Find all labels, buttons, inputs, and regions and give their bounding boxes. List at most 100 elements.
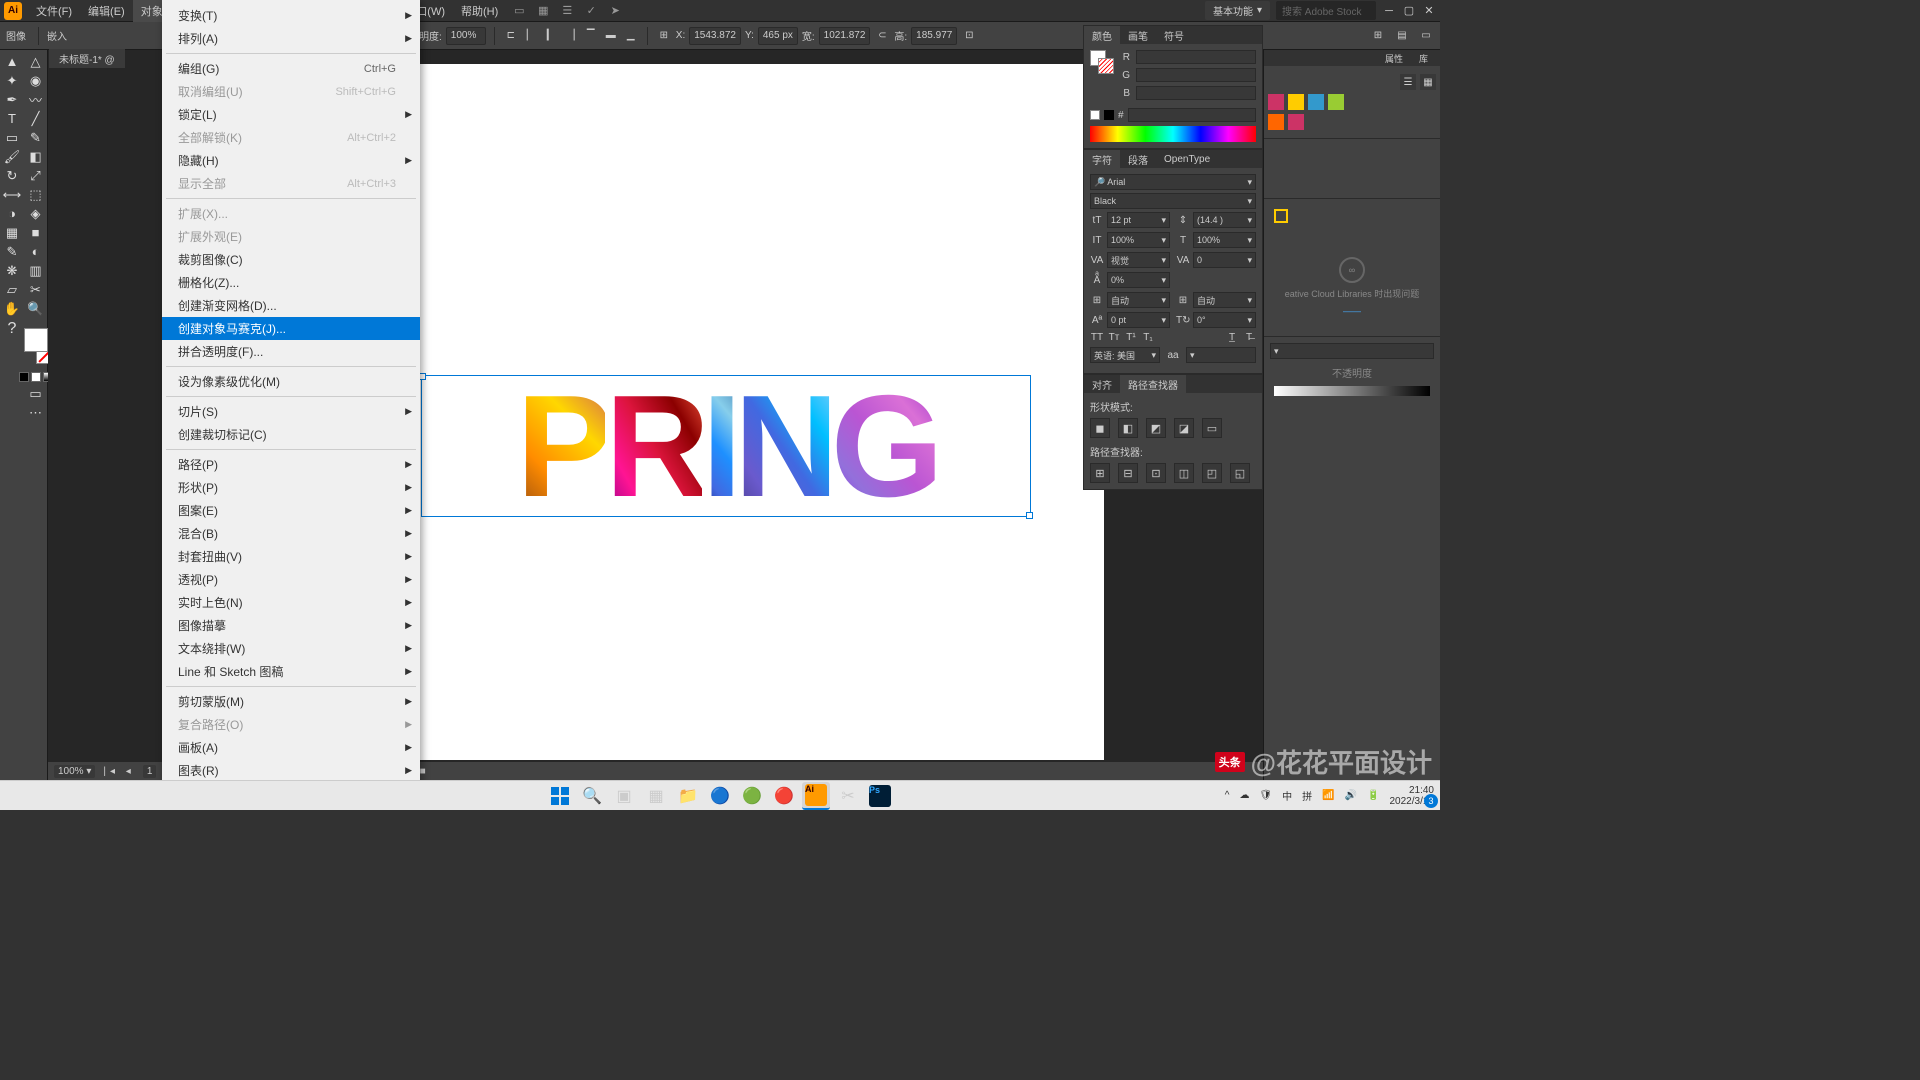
- maximize-icon[interactable]: ▢: [1402, 4, 1416, 18]
- tray-battery-icon[interactable]: 🔋: [1367, 790, 1379, 801]
- crop-icon[interactable]: ◫: [1174, 463, 1194, 483]
- search-input[interactable]: 搜索 Adobe Stock: [1276, 1, 1376, 20]
- align-right-icon[interactable]: ▕: [563, 28, 579, 44]
- black-swatch[interactable]: [1104, 110, 1114, 120]
- minimize-icon[interactable]: ─: [1382, 4, 1396, 18]
- direct-selection-tool-icon[interactable]: △: [25, 52, 47, 71]
- eyedropper-tool-icon[interactable]: ✎: [1, 242, 23, 261]
- swatch-3[interactable]: [1308, 94, 1324, 110]
- menu-item[interactable]: 切片(S)▶: [162, 400, 420, 423]
- close-icon[interactable]: ✕: [1422, 4, 1436, 18]
- menu-item[interactable]: 设为像素级优化(M): [162, 370, 420, 393]
- workspace-switcher[interactable]: 基本功能 ▾: [1205, 1, 1270, 20]
- menu-item[interactable]: 剪切蒙版(M)▶: [162, 690, 420, 713]
- send-icon[interactable]: ➤: [608, 4, 622, 18]
- ime-mode[interactable]: 拼: [1302, 788, 1312, 803]
- artboard-nav[interactable]: |◂ ◂: [103, 766, 134, 777]
- menu-0[interactable]: 文件(F): [28, 0, 80, 22]
- g-input[interactable]: [1136, 68, 1256, 82]
- arrange-icon[interactable]: ⊞: [1370, 28, 1386, 44]
- menu-item[interactable]: 封套扭曲(V)▶: [162, 545, 420, 568]
- shaper-tool-icon[interactable]: ✎: [25, 128, 47, 147]
- menu-item[interactable]: Line 和 Sketch 图稿▶: [162, 660, 420, 683]
- auto2-field[interactable]: 自动▾: [1193, 292, 1256, 308]
- slice-tool-icon[interactable]: ✂: [25, 280, 47, 299]
- menu-item[interactable]: 透视(P)▶: [162, 568, 420, 591]
- menu-item[interactable]: 创建对象马赛克(J)...: [162, 317, 420, 340]
- baseline-field[interactable]: 0%▾: [1107, 272, 1170, 288]
- doc-icon[interactable]: ▭: [512, 4, 526, 18]
- tab-opentype[interactable]: OpenType: [1156, 152, 1218, 167]
- blend-tool-icon[interactable]: ◐: [25, 242, 47, 261]
- swatch-4[interactable]: [1328, 94, 1344, 110]
- tray-volume-icon[interactable]: 🔊: [1345, 790, 1357, 801]
- menu-item[interactable]: 图表(R)▶: [162, 759, 420, 782]
- app1-icon[interactable]: 🔴: [770, 782, 798, 810]
- menu-item[interactable]: 创建裁切标记(C): [162, 423, 420, 446]
- blend-mode-field[interactable]: ▾: [1270, 343, 1434, 359]
- leading-field[interactable]: (14.4 )▾: [1193, 212, 1256, 228]
- h-field[interactable]: 185.977: [911, 27, 957, 45]
- expand-icon[interactable]: ▭: [1202, 418, 1222, 438]
- swatch-1[interactable]: [1268, 94, 1284, 110]
- search-icon[interactable]: 🔍: [578, 782, 606, 810]
- shape-builder-tool-icon[interactable]: ◑: [1, 204, 23, 223]
- menu-item[interactable]: 栅格化(Z)...: [162, 271, 420, 294]
- rotate-field[interactable]: 0°▾: [1193, 312, 1256, 328]
- hscale-field[interactable]: 100%▾: [1193, 232, 1256, 248]
- swatch-5[interactable]: [1268, 114, 1284, 130]
- align-icon[interactable]: ☰: [560, 4, 574, 18]
- screen-mode-icon[interactable]: ▭: [25, 384, 47, 403]
- illustrator-taskbar-icon[interactable]: Ai: [802, 782, 830, 810]
- perspective-tool-icon[interactable]: ◈: [25, 204, 47, 223]
- align-left-icon[interactable]: ▏: [523, 28, 539, 44]
- tray-cloud-icon[interactable]: ☁: [1239, 790, 1249, 801]
- trim-icon[interactable]: ⊟: [1118, 463, 1138, 483]
- shift-field[interactable]: 0 pt▾: [1107, 312, 1170, 328]
- subscript-icon[interactable]: T₁: [1141, 332, 1155, 343]
- tab-character[interactable]: 字符: [1084, 150, 1120, 169]
- selection-tool-icon[interactable]: ▲: [1, 52, 23, 71]
- merge-icon[interactable]: ⊡: [1146, 463, 1166, 483]
- artboard-tool-icon[interactable]: ▱: [1, 280, 23, 299]
- type-tool-icon[interactable]: T: [1, 109, 23, 128]
- browser2-icon[interactable]: 🟢: [738, 782, 766, 810]
- exclude-icon[interactable]: ◪: [1174, 418, 1194, 438]
- transform-icon[interactable]: ⊞: [656, 28, 672, 44]
- gradient-bar[interactable]: [1274, 386, 1430, 396]
- rotate-tool-icon[interactable]: ↻: [1, 166, 23, 185]
- menu-item[interactable]: 混合(B)▶: [162, 522, 420, 545]
- hand-tool-icon[interactable]: ✋: [1, 299, 23, 318]
- magic-wand-tool-icon[interactable]: ✦: [1, 71, 23, 90]
- tab-paragraph[interactable]: 段落: [1120, 150, 1156, 169]
- selected-image[interactable]: PRING: [421, 375, 1031, 517]
- check-icon[interactable]: ✓: [584, 4, 598, 18]
- tab-properties[interactable]: 属性: [1377, 50, 1411, 66]
- grid-icon[interactable]: ▦: [536, 4, 550, 18]
- photoshop-taskbar-icon[interactable]: Ps: [866, 782, 894, 810]
- menu-item[interactable]: 创建渐变网格(D)...: [162, 294, 420, 317]
- link-wh-icon[interactable]: ⊂: [874, 28, 890, 44]
- menu-item[interactable]: 画板(A)▶: [162, 736, 420, 759]
- tab-color[interactable]: 颜色: [1084, 26, 1120, 45]
- start-button[interactable]: [546, 782, 574, 810]
- minus-front-icon[interactable]: ◧: [1118, 418, 1138, 438]
- eraser-tool-icon[interactable]: ◧: [25, 147, 47, 166]
- cc-link[interactable]: ——: [1270, 306, 1434, 316]
- menu-item[interactable]: 排列(A)▶: [162, 27, 420, 50]
- align-top-icon[interactable]: ▔: [583, 28, 599, 44]
- symbol-sprayer-tool-icon[interactable]: ❋: [1, 261, 23, 280]
- list-view-icon[interactable]: ☰: [1400, 74, 1416, 90]
- scale-tool-icon[interactable]: ⤢: [25, 166, 47, 185]
- unite-icon[interactable]: ◼: [1090, 418, 1110, 438]
- menu-item[interactable]: 隐藏(H)▶: [162, 149, 420, 172]
- panel-icon[interactable]: ▭: [1418, 28, 1434, 44]
- notification-badge[interactable]: 3: [1424, 794, 1438, 808]
- help-icon[interactable]: ?: [1, 318, 23, 340]
- pen-tool-icon[interactable]: ✒: [1, 90, 23, 109]
- line-tool-icon[interactable]: ╱: [25, 109, 47, 128]
- mesh-tool-icon[interactable]: ▦: [1, 223, 23, 242]
- align-h1-icon[interactable]: ⊏: [503, 28, 519, 44]
- font-family-field[interactable]: 🔎 Arial▾: [1090, 174, 1256, 190]
- menu-1[interactable]: 编辑(E): [80, 0, 133, 22]
